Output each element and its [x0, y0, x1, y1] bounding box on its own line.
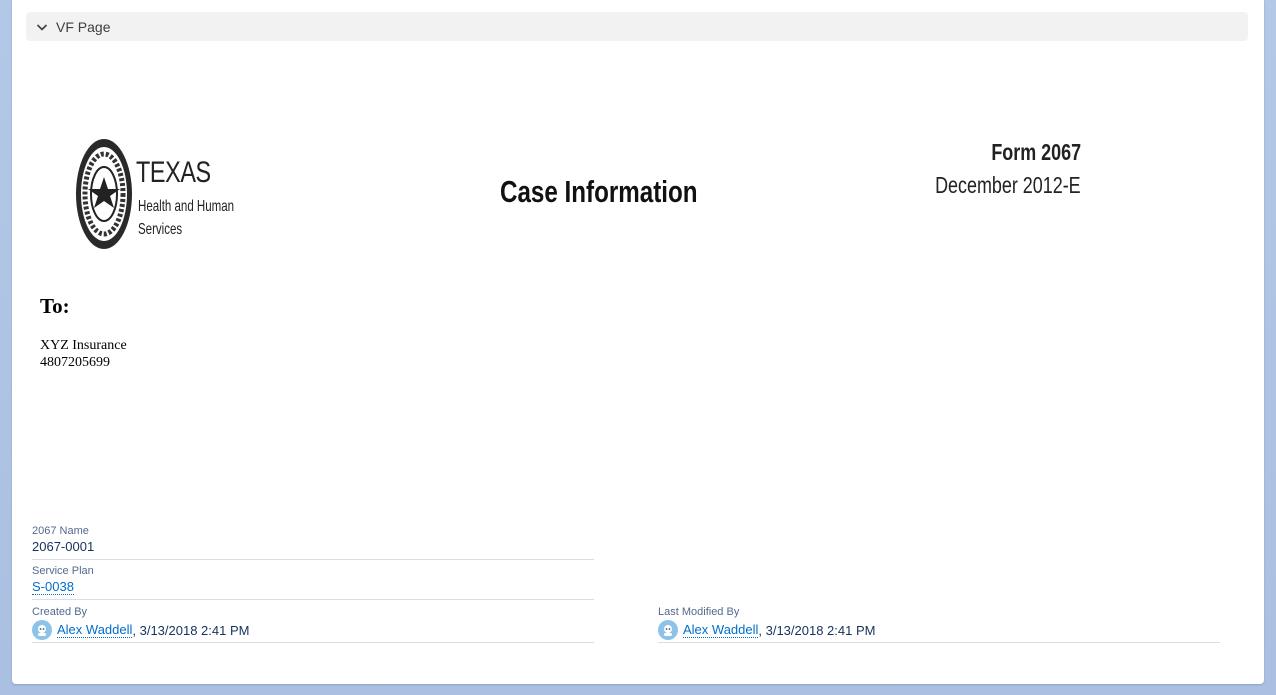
created-date: , 3/13/2018 2:41 PM: [132, 622, 250, 638]
logo-hhs-line1: Health and Human: [138, 198, 235, 215]
logo-hhs-line2: Services: [138, 221, 183, 238]
record-card: VF Page TEXAS Health and Human Services …: [12, 0, 1264, 684]
field-label: 2067 Name: [32, 525, 89, 537]
vf-page-section-toggle[interactable]: VF Page: [26, 12, 1248, 41]
section-title: VF Page: [56, 18, 111, 35]
to-label: To:: [40, 294, 70, 318]
service-plan-link[interactable]: S-0038: [32, 579, 74, 595]
form-date: December 2012-E: [935, 172, 1081, 198]
last-modified-user-link[interactable]: Alex Waddell: [683, 622, 759, 638]
field-created-by: Created By Alex Waddell , 3/13/2018 2:41…: [32, 606, 594, 643]
field-label: Service Plan: [32, 565, 94, 577]
user-avatar-icon: [658, 620, 678, 640]
field-2067-name: 2067 Name 2067-0001: [32, 525, 594, 560]
created-by-user-link[interactable]: Alex Waddell: [57, 622, 133, 638]
form-number: Form 2067: [991, 139, 1081, 165]
recipient-phone: 4807205699: [40, 355, 110, 370]
field-last-modified-by: Last Modified By Alex Waddell , 3/13/201…: [658, 606, 1220, 643]
logo-texas-text: TEXAS: [136, 156, 211, 189]
field-label: Created By: [32, 606, 88, 618]
field-value: 2067-0001: [32, 539, 95, 554]
chevron-down-icon: [36, 21, 48, 33]
last-modified-date: , 3/13/2018 2:41 PM: [758, 622, 876, 638]
texas-seal-icon: [74, 137, 134, 251]
field-label: Last Modified By: [658, 606, 740, 618]
field-service-plan: Service Plan S-0038: [32, 565, 594, 600]
user-avatar-icon: [32, 620, 52, 640]
document-title: Case Information: [500, 174, 698, 209]
recipient-name: XYZ Insurance: [40, 338, 127, 353]
